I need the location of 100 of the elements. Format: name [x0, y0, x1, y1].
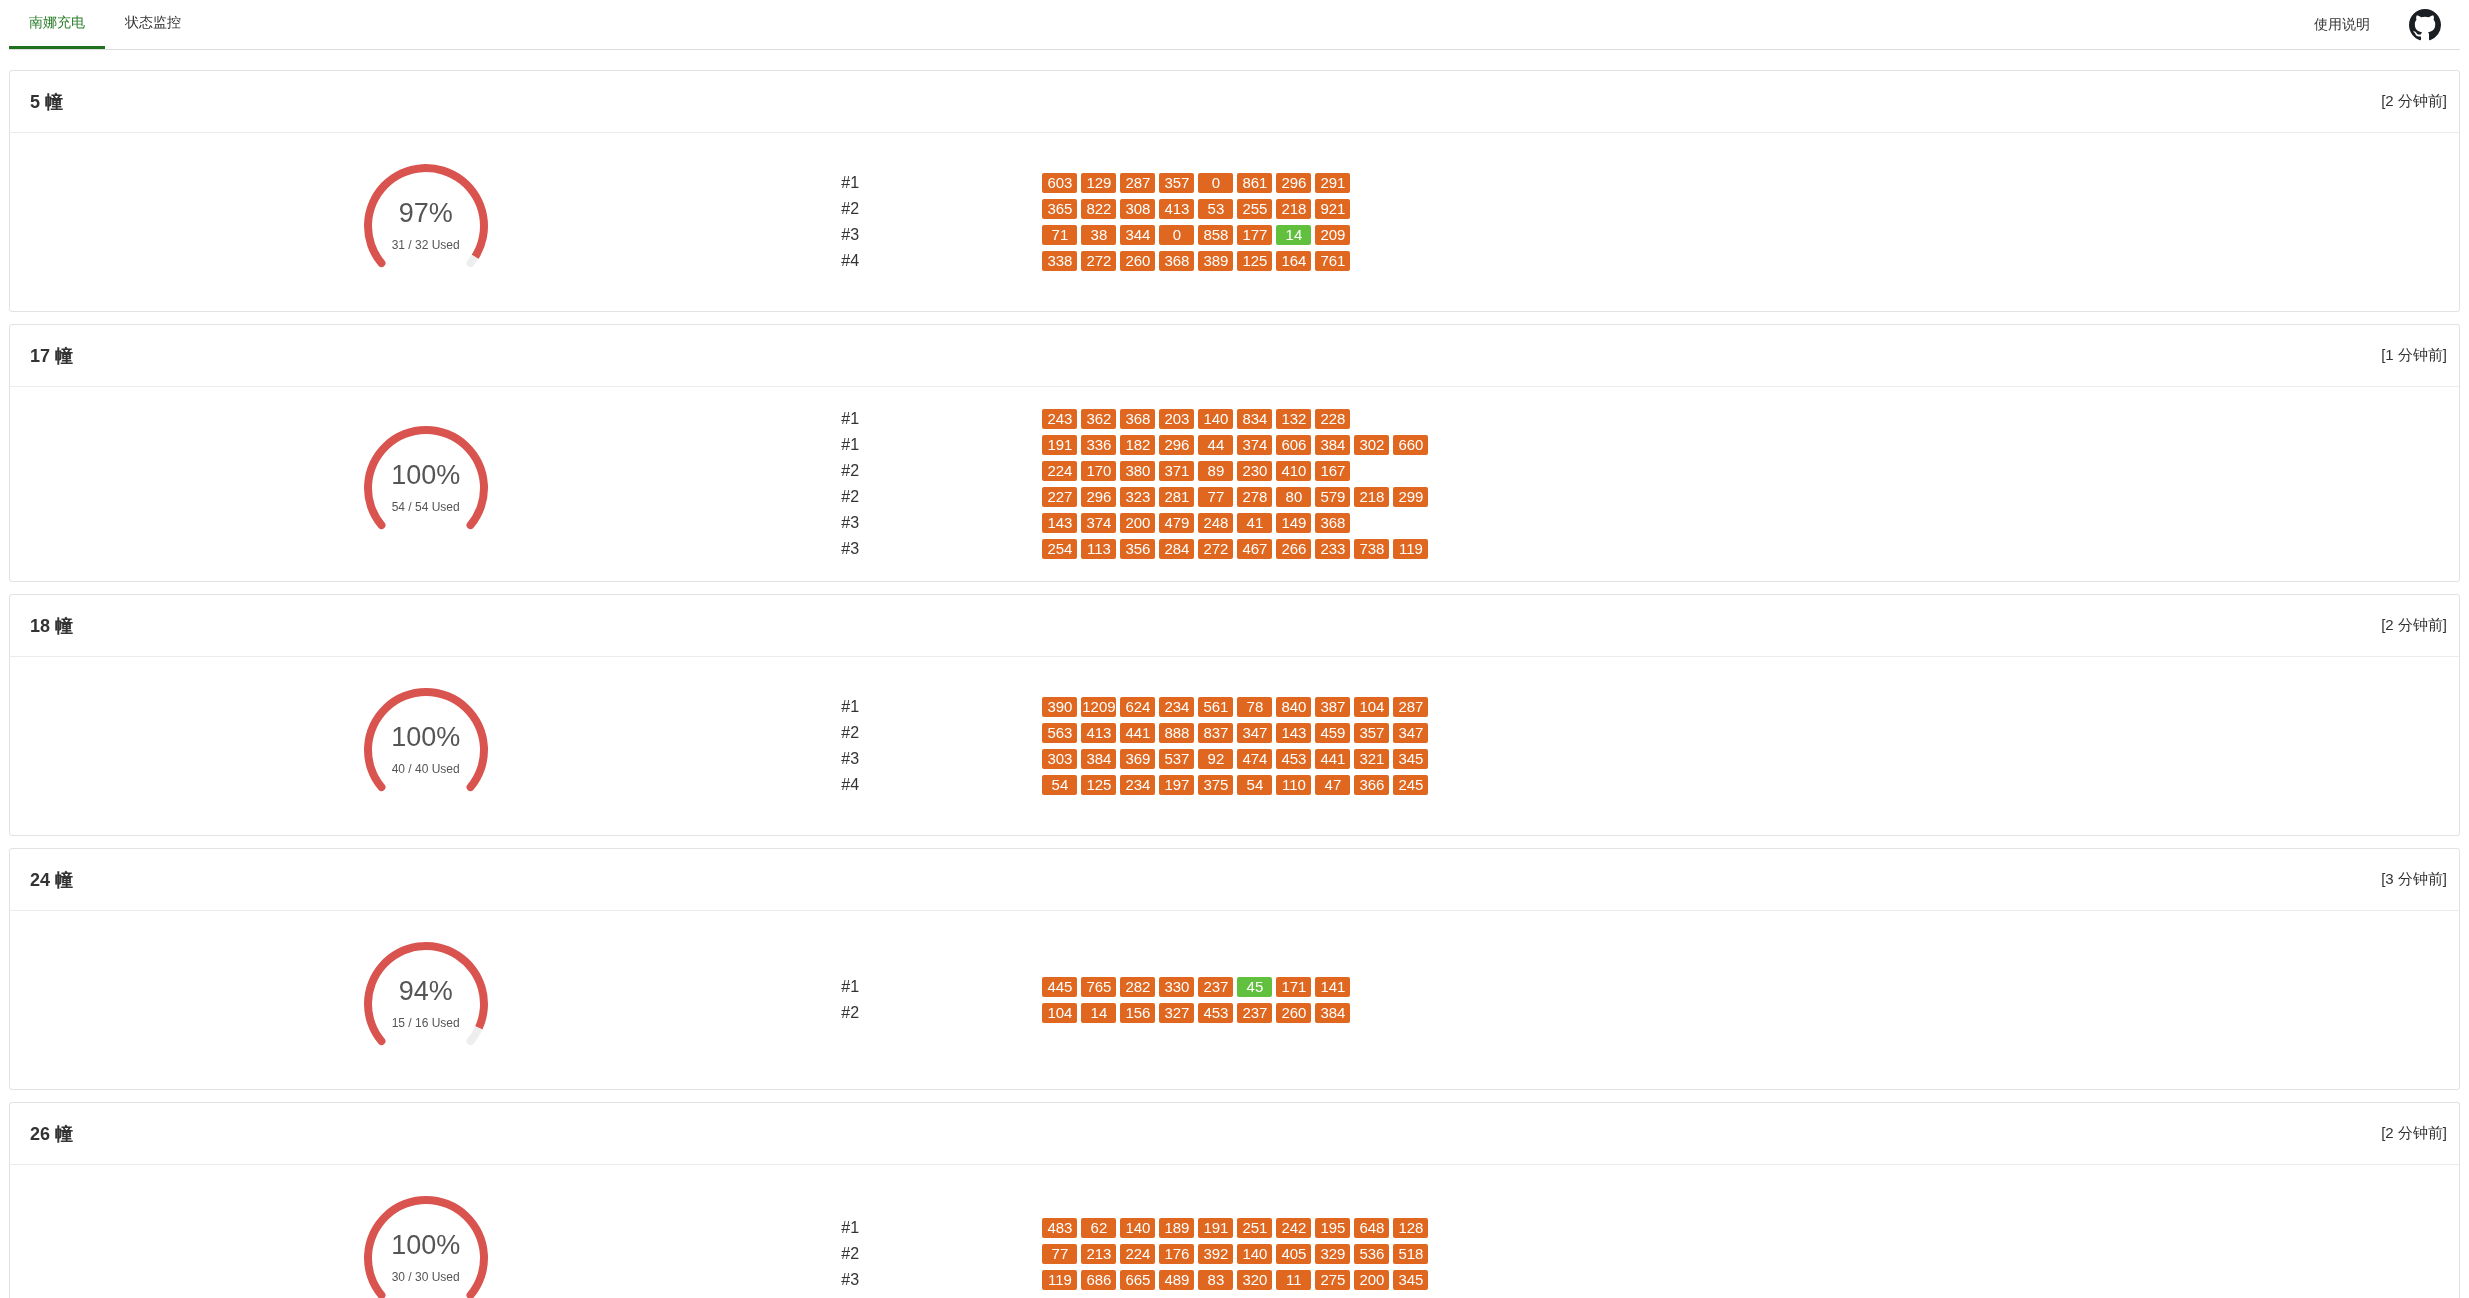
value-chip: 308: [1120, 199, 1156, 219]
value-chip: 284: [1159, 539, 1195, 559]
value-chip: 861: [1237, 173, 1273, 193]
value-chip: 369: [1120, 749, 1156, 769]
value-chip: 167: [1315, 461, 1351, 481]
gauge-used-text: 30 / 30 Used: [391, 1269, 460, 1285]
value-chip: 227: [1042, 487, 1078, 507]
row-label: #1: [841, 977, 860, 997]
row-label: #2: [841, 487, 860, 507]
value-chip: 143: [1276, 723, 1312, 743]
value-chip: 453: [1276, 749, 1312, 769]
value-chip: 579: [1315, 487, 1351, 507]
value-chip: 834: [1237, 409, 1273, 429]
value-chip: 345: [1393, 749, 1429, 769]
value-chip: 119: [1042, 1270, 1078, 1290]
value-chip: 483: [1042, 1218, 1078, 1238]
value-chip: 230: [1237, 461, 1273, 481]
updated-time: [1 分钟前]: [2381, 346, 2447, 365]
gauge-percent: 100%: [391, 1229, 461, 1261]
value-chip: 738: [1354, 539, 1390, 559]
value-chip: 54: [1237, 775, 1273, 795]
value-chip: 243: [1042, 409, 1078, 429]
value-chip: 209: [1315, 225, 1351, 245]
value-chip: 104: [1042, 1003, 1078, 1023]
value-chip: 83: [1198, 1270, 1234, 1290]
value-chip: 296: [1276, 173, 1312, 193]
value-chip: 606: [1276, 435, 1312, 455]
value-chip: 266: [1276, 539, 1312, 559]
gauge-track: [466, 1026, 483, 1046]
row-label: #2: [841, 723, 860, 743]
value-chip: 368: [1159, 251, 1195, 271]
value-chip: 474: [1237, 749, 1273, 769]
value-chip: 11: [1276, 1270, 1312, 1290]
value-chip: 119: [1393, 539, 1429, 559]
value-chip: 110: [1276, 775, 1312, 795]
value-chip: 248: [1198, 513, 1234, 533]
value-chip: 132: [1276, 409, 1312, 429]
building-title: 18 幢: [30, 614, 74, 638]
gauge-percent: 100%: [391, 721, 461, 753]
value-chip: 234: [1159, 697, 1195, 717]
updated-time: [2 分钟前]: [2381, 616, 2447, 635]
value-chip: 128: [1393, 1218, 1429, 1238]
row-label: #2: [841, 199, 860, 219]
value-chip: 237: [1237, 1003, 1273, 1023]
value-chip: 191: [1042, 435, 1078, 455]
value-chip: 233: [1315, 539, 1351, 559]
value-chip: 368: [1120, 409, 1156, 429]
value-chip: 374: [1081, 513, 1117, 533]
cat-logo-icon[interactable]: [2409, 8, 2441, 41]
value-chip: 140: [1237, 1244, 1273, 1264]
value-chip: 338: [1042, 251, 1078, 271]
value-chip: 413: [1159, 199, 1195, 219]
value-chip: 648: [1354, 1218, 1390, 1238]
value-chip: 140: [1120, 1218, 1156, 1238]
value-chip: 218: [1354, 487, 1390, 507]
updated-time: [2 分钟前]: [2381, 92, 2447, 111]
value-chip: 888: [1159, 723, 1195, 743]
value-chip: 44: [1198, 435, 1234, 455]
value-chip: 129: [1081, 173, 1117, 193]
value-chip: 104: [1354, 697, 1390, 717]
value-chip: 80: [1276, 487, 1312, 507]
value-chip: 344: [1120, 225, 1156, 245]
value-chip: 624: [1120, 697, 1156, 717]
row-label: #3: [841, 749, 860, 769]
gauge-percent: 94%: [398, 975, 453, 1007]
value-chip: 665: [1120, 1270, 1156, 1290]
value-chip: 77: [1198, 487, 1234, 507]
value-chip: 228: [1315, 409, 1351, 429]
value-chip: 330: [1159, 977, 1195, 997]
value-chip: 365: [1042, 199, 1078, 219]
row-label: #3: [841, 513, 860, 533]
help-link[interactable]: 使用说明: [2314, 15, 2370, 34]
value-chip: 255: [1237, 199, 1273, 219]
value-chip: 858: [1198, 225, 1234, 245]
value-chip: 191: [1198, 1218, 1234, 1238]
value-chip: 141: [1315, 977, 1351, 997]
value-chip: 78: [1237, 697, 1273, 717]
nav-tab[interactable]: 南娜充电: [9, 0, 105, 49]
value-chip: 489: [1159, 1270, 1195, 1290]
value-chip: 41: [1237, 513, 1273, 533]
value-chip: 200: [1120, 513, 1156, 533]
value-chip: 445: [1042, 977, 1078, 997]
value-chip: 170: [1081, 461, 1117, 481]
value-chip: 362: [1081, 409, 1117, 429]
nav-tab[interactable]: 状态监控: [105, 0, 201, 49]
value-chip: 143: [1042, 513, 1078, 533]
updated-time: [3 分钟前]: [2381, 870, 2447, 889]
value-chip: 302: [1354, 435, 1390, 455]
value-chip: 357: [1354, 723, 1390, 743]
value-chip: 296: [1159, 435, 1195, 455]
value-chip: 195: [1315, 1218, 1351, 1238]
row-label: #1: [841, 435, 860, 455]
value-chip: 197: [1159, 775, 1195, 795]
updated-time: [2 分钟前]: [2381, 1124, 2447, 1143]
value-chip: 171: [1276, 977, 1312, 997]
value-chip: 441: [1120, 723, 1156, 743]
row-label: #2: [841, 1003, 860, 1023]
gauge-track: [466, 254, 479, 268]
building-title: 17 幢: [30, 344, 74, 368]
value-chip: 224: [1120, 1244, 1156, 1264]
